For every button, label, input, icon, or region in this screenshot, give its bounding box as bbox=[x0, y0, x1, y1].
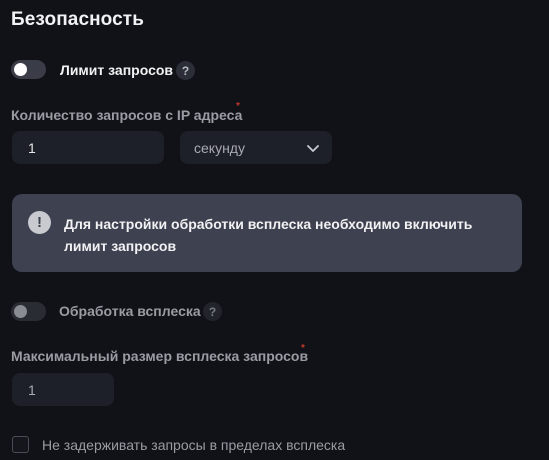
requests-per-ip-label: Количество запросов с IP адреса bbox=[11, 107, 243, 123]
burst-size-input[interactable]: 1 bbox=[12, 373, 114, 406]
rate-limit-toggle[interactable] bbox=[11, 60, 46, 79]
required-asterisk: * bbox=[236, 101, 240, 112]
required-asterisk: * bbox=[301, 343, 305, 354]
toggle-knob bbox=[14, 305, 27, 318]
rate-limit-help-icon[interactable]: ? bbox=[176, 61, 195, 80]
chevron-down-icon bbox=[307, 145, 319, 152]
time-unit-value: секунду bbox=[194, 139, 245, 156]
rate-limit-label: Лимит запросов bbox=[60, 62, 174, 78]
info-alert: ! Для настройки обработки всплеска необх… bbox=[12, 194, 522, 272]
burst-size-label: Максимальный размер всплеска запросов bbox=[11, 348, 309, 364]
security-settings-panel: Безопасность Лимит запросов ? Количество… bbox=[0, 0, 549, 460]
burst-help-icon[interactable]: ? bbox=[203, 302, 222, 321]
exclamation-icon: ! bbox=[28, 211, 51, 234]
nodelay-label: Не задерживать запросы в пределах всплес… bbox=[42, 437, 346, 453]
burst-toggle[interactable] bbox=[11, 302, 46, 321]
section-title: Безопасность bbox=[11, 9, 144, 30]
burst-label: Обработка всплеска bbox=[59, 303, 201, 319]
nodelay-checkbox[interactable] bbox=[12, 436, 29, 453]
toggle-knob bbox=[14, 63, 27, 76]
alert-message: Для настройки обработки всплеска необход… bbox=[64, 216, 473, 254]
requests-count-input[interactable]: 1 bbox=[12, 131, 164, 164]
time-unit-select[interactable]: секунду bbox=[180, 131, 332, 164]
